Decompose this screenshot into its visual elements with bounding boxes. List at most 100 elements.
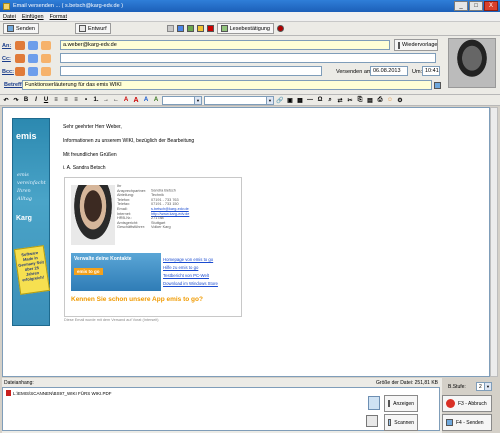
undo-icon[interactable]: ↶ bbox=[2, 96, 10, 104]
close-button[interactable]: X bbox=[484, 1, 498, 11]
stage-select[interactable]: 2 ▼ bbox=[476, 382, 492, 391]
table-icon[interactable]: ▦ bbox=[296, 96, 304, 104]
window-title-bar[interactable]: Email versenden ... ( s.betsch@karg-edv.… bbox=[0, 0, 500, 12]
main-toolbar: Senden Entwurf Lesebestätigung bbox=[0, 22, 500, 36]
draft-icon bbox=[78, 25, 86, 32]
numbering-icon[interactable]: 1. bbox=[92, 96, 100, 104]
priority-low-icon[interactable] bbox=[176, 25, 184, 32]
font-color-icon[interactable]: A bbox=[142, 96, 150, 104]
cancel-icon bbox=[446, 399, 455, 408]
attach-icon[interactable] bbox=[166, 25, 174, 32]
scan-button[interactable]: Scannen bbox=[384, 414, 418, 431]
link-help[interactable]: Hilfe zu emis to go bbox=[163, 264, 218, 272]
device-icon[interactable] bbox=[368, 396, 380, 410]
editor-scrollbar[interactable] bbox=[490, 107, 498, 377]
cancel-button[interactable]: F3 - Abbruch bbox=[442, 395, 492, 412]
underline-icon[interactable]: U bbox=[42, 96, 50, 104]
promo-banner[interactable]: Verwalte deine Kontakte emis to go bbox=[71, 253, 161, 291]
cc-field[interactable] bbox=[60, 53, 436, 63]
align-center-icon[interactable]: ≡ bbox=[62, 96, 70, 104]
stage-label: B.Stufe: bbox=[448, 384, 466, 390]
bcc-address-book-icon[interactable] bbox=[28, 67, 38, 76]
record-icon[interactable] bbox=[277, 25, 284, 32]
line-icon[interactable]: — bbox=[306, 96, 314, 104]
maximize-button[interactable]: □ bbox=[469, 1, 483, 11]
subject-field[interactable]: Funktionserläuterung für das emis WIKI bbox=[22, 80, 432, 90]
priority-high-icon[interactable] bbox=[206, 25, 214, 32]
indent-icon[interactable]: → bbox=[102, 96, 110, 104]
email-link[interactable]: s.betsch@karg-edv.de bbox=[151, 207, 189, 211]
bullets-icon[interactable]: • bbox=[82, 96, 90, 104]
to-field[interactable]: a.weber@karg-edv.de bbox=[60, 40, 390, 50]
minimize-button[interactable]: _ bbox=[454, 1, 468, 11]
scanner-settings-icon[interactable] bbox=[366, 415, 378, 427]
redo-icon[interactable]: ↷ bbox=[12, 96, 20, 104]
symbol-icon[interactable]: Ω bbox=[316, 96, 324, 104]
template-button[interactable]: Wiedervorlage bbox=[394, 39, 438, 51]
bcc-contacts-icon[interactable] bbox=[15, 67, 25, 76]
highlight-icon[interactable]: A bbox=[152, 96, 160, 104]
send-final-button[interactable]: F4 - Senden bbox=[442, 414, 492, 431]
to-label: An: bbox=[2, 42, 12, 49]
send-icon bbox=[7, 25, 14, 32]
send-button[interactable]: Senden bbox=[3, 23, 39, 34]
cut-icon[interactable]: ✂ bbox=[346, 96, 354, 104]
window-title: Email versenden ... ( s.betsch@karg-edv.… bbox=[13, 3, 124, 9]
send-date-field[interactable]: 06.08.2013 bbox=[370, 66, 408, 76]
cc-address-book-icon[interactable] bbox=[28, 54, 38, 63]
scanner-icon bbox=[388, 419, 392, 426]
spellcheck-icon[interactable] bbox=[434, 82, 441, 89]
emis-banner: emis emis vereinfacht Ihren Alltag Softw… bbox=[12, 118, 51, 326]
cc-group-icon[interactable] bbox=[41, 54, 51, 63]
cc-contacts-icon[interactable] bbox=[15, 54, 25, 63]
mail-signature-name: i. A. Sandra Betsch bbox=[63, 165, 106, 171]
link-store[interactable]: Download im Windows Store bbox=[163, 280, 218, 288]
font-select[interactable]: ▼ bbox=[162, 95, 202, 105]
priority-normal-icon[interactable] bbox=[186, 25, 194, 32]
signature-photo bbox=[71, 185, 115, 245]
bcc-group-icon[interactable] bbox=[41, 67, 51, 76]
size-select[interactable]: ▼ bbox=[204, 95, 274, 105]
copy-icon[interactable]: ⎘ bbox=[356, 96, 364, 104]
attachment-caption: Dateianhang: bbox=[4, 380, 34, 386]
address-book-icon[interactable] bbox=[28, 41, 38, 50]
contacts-icon[interactable] bbox=[15, 41, 25, 50]
outdent-icon[interactable]: ← bbox=[112, 96, 120, 104]
image-icon[interactable]: ▣ bbox=[286, 96, 294, 104]
paste-icon[interactable]: ▤ bbox=[366, 96, 374, 104]
menu-item-format[interactable]: Format bbox=[50, 14, 67, 20]
italic-icon[interactable]: I bbox=[32, 96, 40, 104]
app-promo-line[interactable]: Kennen Sie schon unsere App emis to go? bbox=[71, 296, 203, 303]
menu-item-datei[interactable]: Datei bbox=[3, 14, 16, 20]
mail-footer-note: Diese Email wurde mit dem Versand auf Vo… bbox=[64, 318, 159, 322]
replace-icon[interactable]: ⇄ bbox=[336, 96, 344, 104]
search-icon[interactable]: ⌕ bbox=[326, 96, 334, 104]
signature-details: Ihr Ansprechpartner: Sandra Betsch Abteil… bbox=[117, 184, 190, 230]
draft-button[interactable]: Entwurf bbox=[74, 23, 111, 34]
send-time-field[interactable]: 10:41 bbox=[422, 66, 440, 76]
mail-icon bbox=[3, 2, 10, 10]
link-icon[interactable]: 🔗 bbox=[276, 96, 284, 104]
link-homepage[interactable]: Homepage von emis to go bbox=[163, 256, 218, 264]
smiley-icon[interactable]: ☺ bbox=[386, 96, 394, 104]
receipt-icon bbox=[220, 25, 228, 32]
group-icon[interactable] bbox=[41, 41, 51, 50]
promo-badge: emis to go bbox=[74, 268, 103, 275]
align-left-icon[interactable]: ≡ bbox=[52, 96, 60, 104]
link-review[interactable]: Testbericht von PC-Welt bbox=[163, 272, 218, 280]
cc-label: Cc: bbox=[2, 55, 11, 62]
settings-icon[interactable]: ⚙ bbox=[396, 96, 404, 104]
bold-icon[interactable]: B bbox=[22, 96, 30, 104]
show-button[interactable]: Anzeigen bbox=[384, 395, 418, 412]
priority-medium-icon[interactable] bbox=[196, 25, 204, 32]
website-link[interactable]: http://www.karg-edv.de bbox=[151, 212, 189, 216]
font-size-small-icon[interactable]: A bbox=[122, 96, 130, 104]
font-size-large-icon[interactable]: A bbox=[132, 96, 140, 104]
template-icon bbox=[398, 41, 400, 49]
bcc-field[interactable] bbox=[60, 66, 322, 76]
align-right-icon[interactable]: ≡ bbox=[72, 96, 80, 104]
menu-item-einfuegen[interactable]: Einfügen bbox=[22, 14, 44, 20]
read-receipt-button[interactable]: Lesebestätigung bbox=[216, 23, 274, 34]
attachment-item[interactable]: L:\EMIS\SCANNEN\BS97_WIKI FÜRS WIKI.PDF bbox=[6, 390, 112, 396]
print-icon[interactable]: ⎙ bbox=[376, 96, 384, 104]
